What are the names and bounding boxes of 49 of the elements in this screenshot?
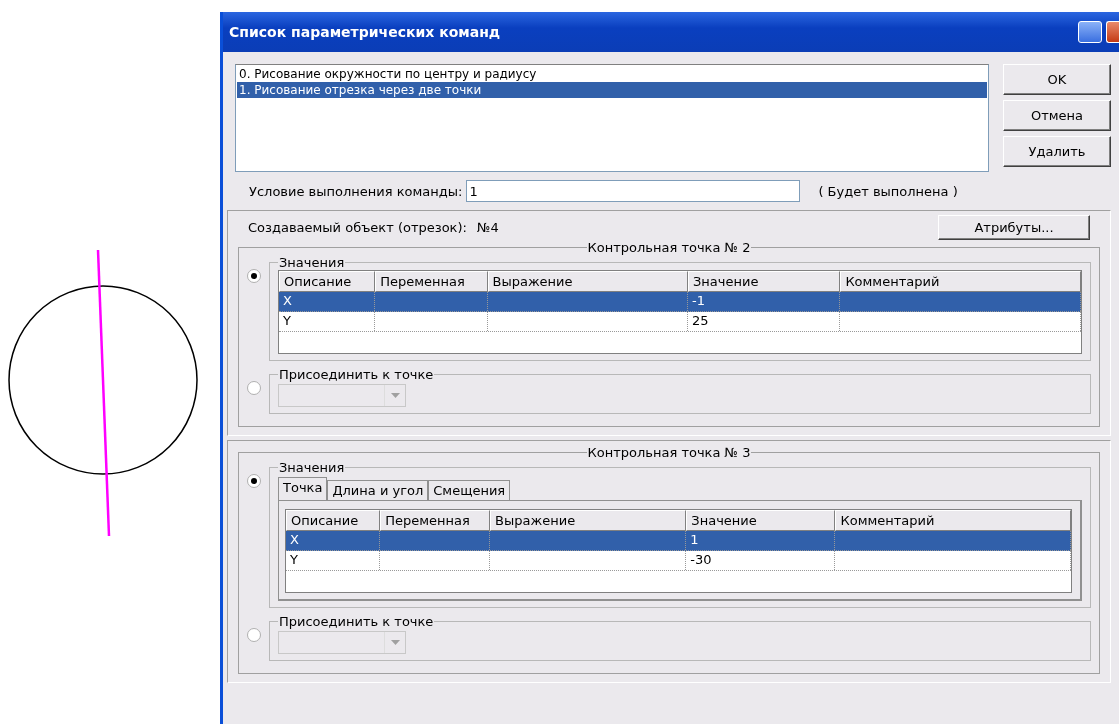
condition-label: Условие выполнения команды:	[249, 183, 463, 199]
object-number: №4	[476, 220, 500, 235]
column-header[interactable]: Комментарий	[835, 510, 1071, 531]
tab[interactable]: Смещения	[428, 480, 511, 500]
column-header[interactable]: Переменная	[380, 510, 491, 531]
delete-button[interactable]: Удалить	[1003, 136, 1111, 167]
table-row[interactable]: Y 25	[279, 312, 1081, 332]
ok-button[interactable]: OK	[1003, 64, 1111, 95]
window-title: Список параметрических команд	[229, 24, 502, 40]
column-header[interactable]: Переменная	[375, 271, 488, 292]
table-cell: -1	[692, 293, 705, 308]
tab[interactable]: Точка	[278, 477, 328, 500]
group-title: Присоединить к точке	[278, 367, 435, 382]
radio-button[interactable]	[247, 269, 261, 283]
column-header[interactable]: Комментарий	[840, 271, 1081, 292]
radio-button[interactable]	[247, 381, 261, 395]
table-row[interactable]: X 1	[286, 531, 1071, 551]
table-cell: Y	[283, 313, 291, 328]
condition-status: ( Будет выполнена )	[818, 183, 958, 199]
command-item[interactable]: 0. Рисование окружности по центру и радиусу	[237, 66, 987, 82]
table-row[interactable]: Y -30	[286, 551, 1071, 571]
column-header[interactable]: Значение	[688, 271, 841, 292]
tab[interactable]: Длина и угол	[327, 480, 429, 500]
minimize-icon[interactable]	[1078, 21, 1102, 43]
object-label: Создаваемый объект (отрезок):	[248, 220, 467, 235]
table-row[interactable]: X -1	[279, 292, 1081, 312]
table-cell: X	[290, 532, 299, 547]
close-icon[interactable]	[1106, 21, 1119, 43]
table-cell: Y	[290, 552, 298, 567]
table-cell: -30	[690, 552, 712, 567]
group-title: Присоединить к точке	[278, 614, 435, 629]
group-title: Контрольная точка № 2	[586, 240, 752, 255]
condition-field[interactable]: 1	[466, 180, 801, 202]
table-cell: 25	[692, 313, 709, 328]
column-header[interactable]: Описание	[279, 271, 376, 292]
column-header[interactable]: Выражение	[490, 510, 687, 531]
table-cell: X	[283, 293, 292, 308]
attributes-button[interactable]: Атрибуты...	[938, 215, 1090, 240]
command-item[interactable]: 1. Рисование отрезка через две точки	[237, 82, 987, 98]
group-title: Контрольная точка № 3	[586, 445, 752, 460]
column-header[interactable]: Выражение	[487, 271, 688, 292]
group-title: Значения	[278, 460, 346, 475]
table-cell: 1	[690, 532, 699, 547]
radio-button[interactable]	[247, 628, 261, 642]
column-header[interactable]: Описание	[286, 510, 381, 531]
group-title: Значения	[278, 255, 346, 270]
column-header[interactable]: Значение	[686, 510, 836, 531]
cancel-button[interactable]: Отмена	[1003, 100, 1111, 131]
radio-button[interactable]	[247, 474, 261, 488]
